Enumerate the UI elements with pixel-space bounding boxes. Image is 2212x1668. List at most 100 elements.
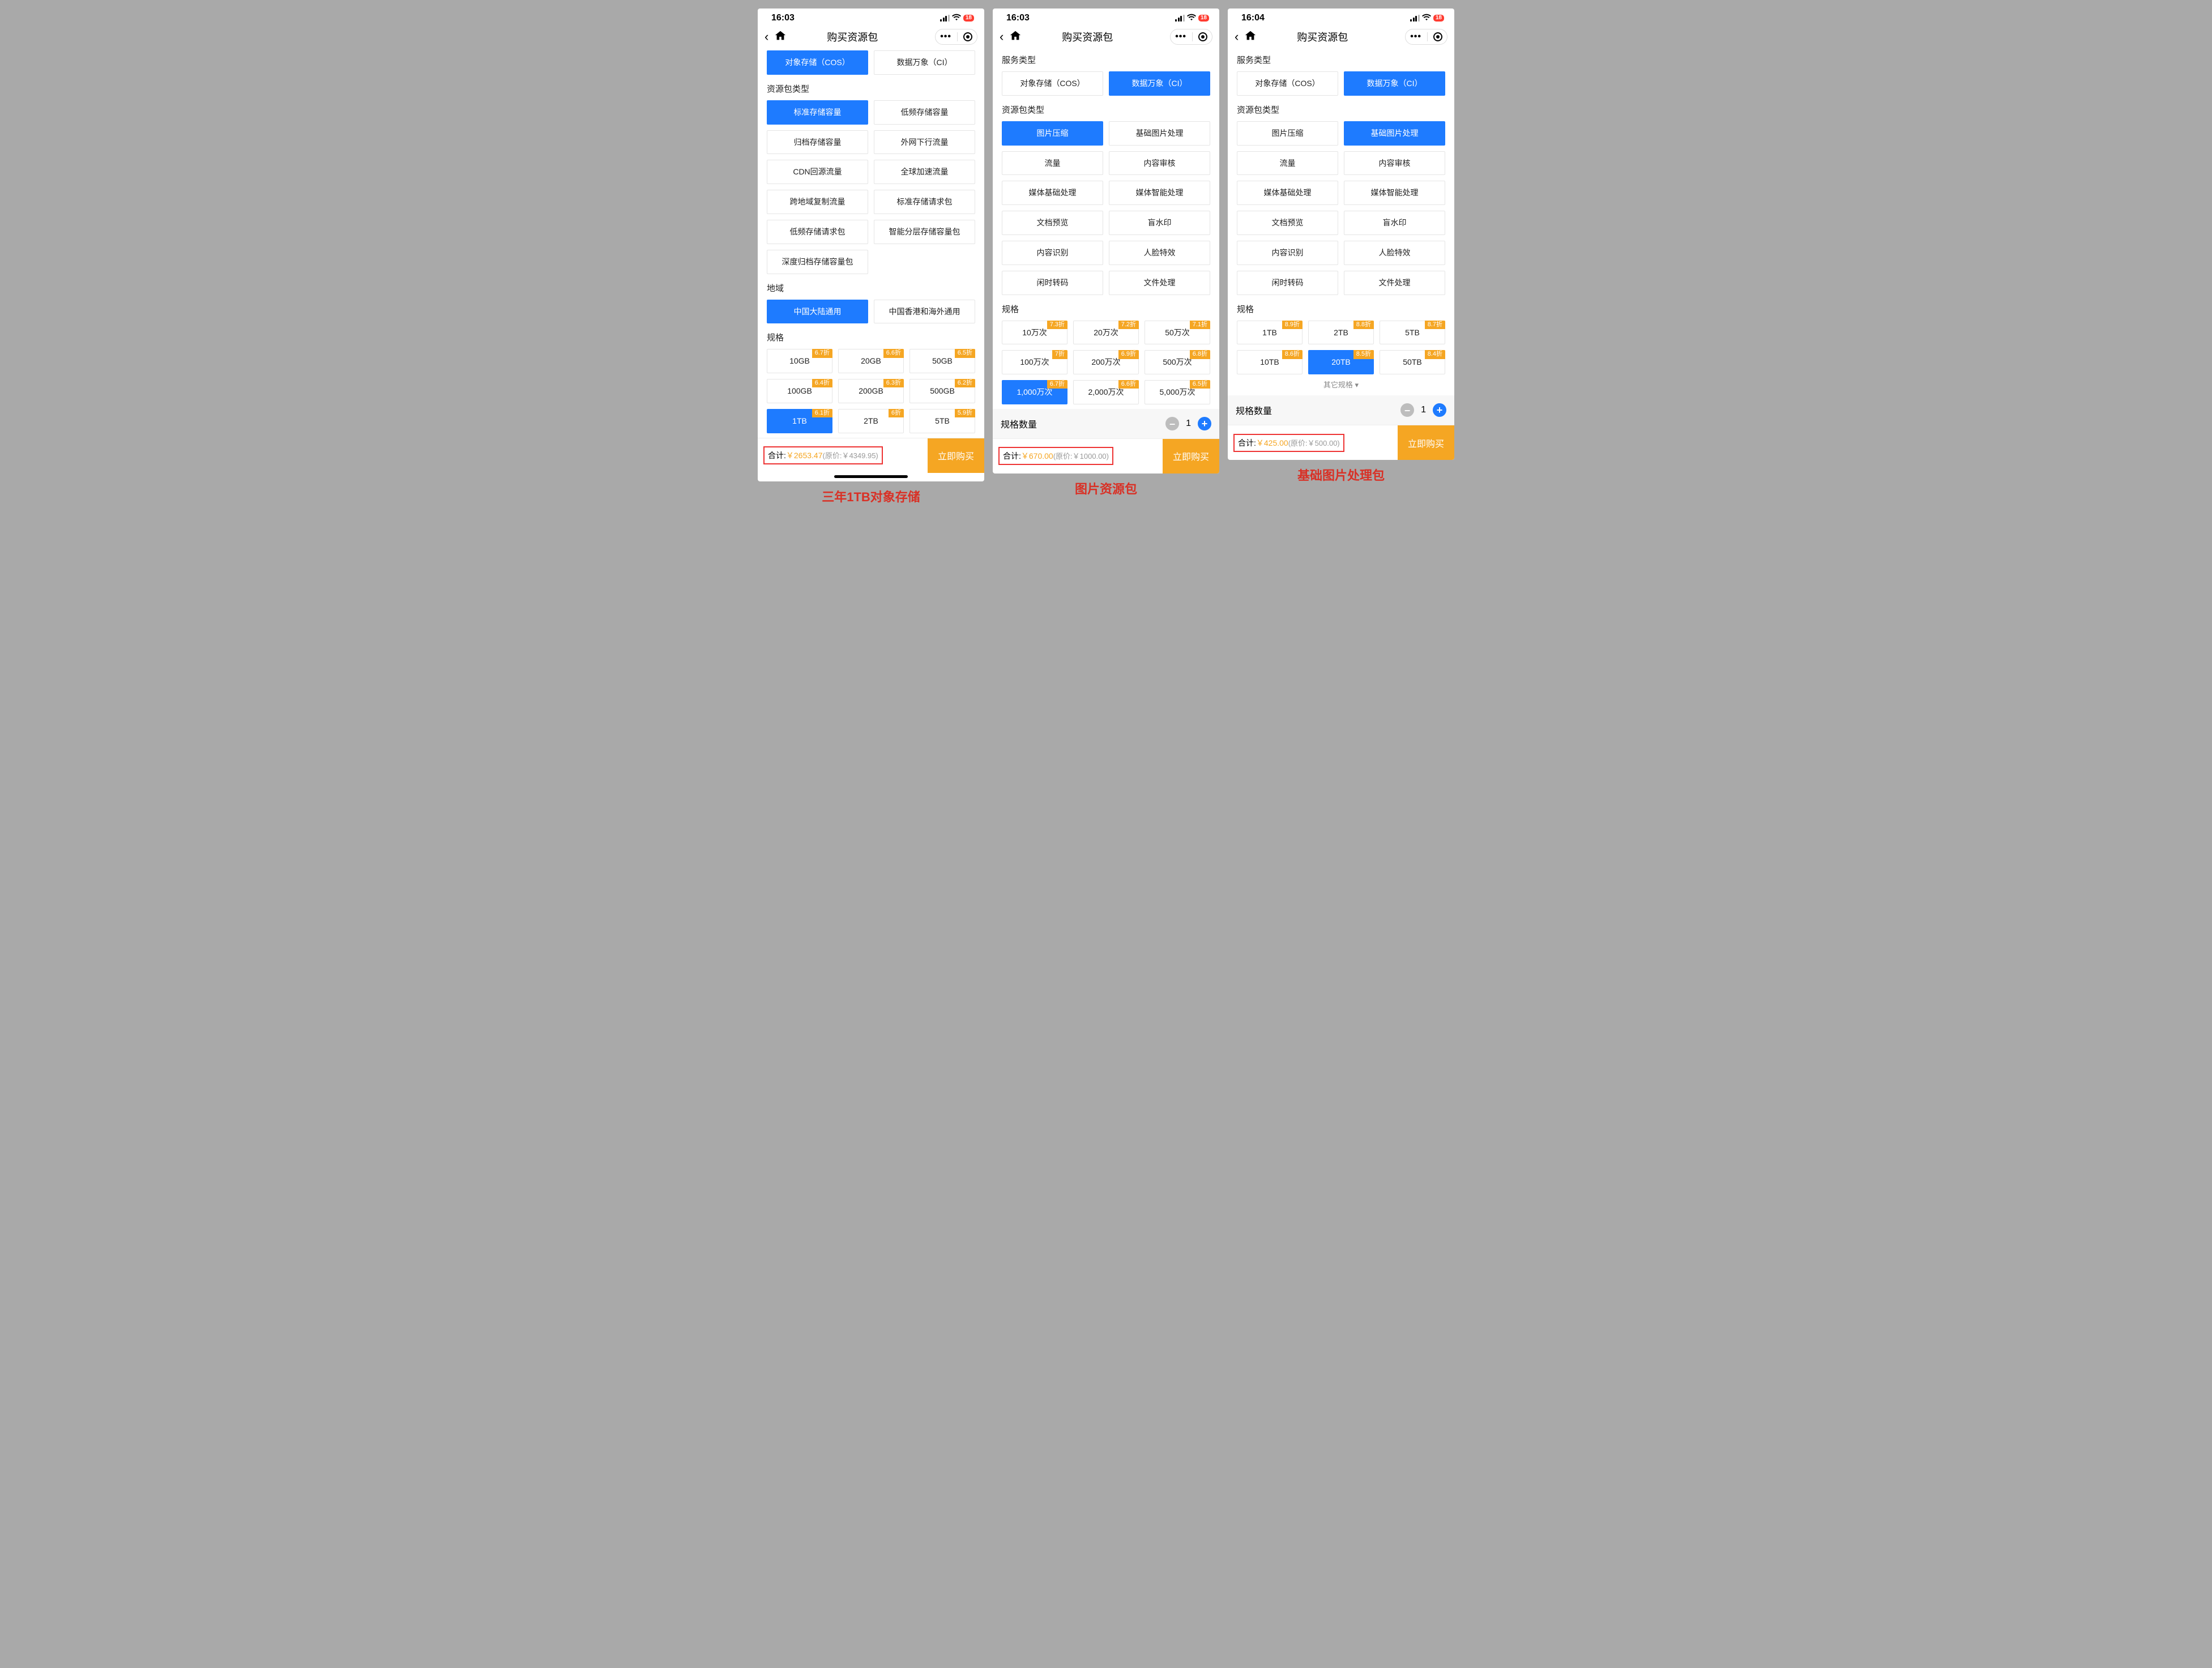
more-icon[interactable]: ••• <box>940 32 951 42</box>
package-option[interactable]: 低频存储容量 <box>874 100 975 125</box>
package-option[interactable]: 闲时转码 <box>1237 271 1338 295</box>
package-option[interactable]: 文件处理 <box>1344 271 1445 295</box>
package-option[interactable]: 内容审核 <box>1344 151 1445 176</box>
spec-option[interactable]: 200GB6.3折 <box>838 379 904 403</box>
spec-option[interactable]: 5TB5.9折 <box>909 409 975 433</box>
package-option[interactable]: 低频存储请求包 <box>767 220 868 244</box>
spec-option[interactable]: 200万次6.9折 <box>1073 350 1139 374</box>
spec-option[interactable]: 2TB6折 <box>838 409 904 433</box>
spec-option[interactable]: 20GB6.6折 <box>838 349 904 373</box>
service-option[interactable]: 数据万象（CI） <box>1344 71 1445 96</box>
package-option[interactable]: CDN回源流量 <box>767 160 868 184</box>
spec-option[interactable]: 2TB8.8折 <box>1308 321 1374 345</box>
package-option[interactable]: 图片压缩 <box>1002 121 1103 146</box>
package-option[interactable]: 智能分层存储容量包 <box>874 220 975 244</box>
package-option[interactable]: 外网下行流量 <box>874 130 975 155</box>
service-option[interactable]: 对象存储（COS） <box>1237 71 1338 96</box>
package-option[interactable]: 流量 <box>1002 151 1103 176</box>
spec-option[interactable]: 5,000万次6.5折 <box>1145 380 1210 404</box>
spec-option[interactable]: 50万次7.1折 <box>1145 321 1210 345</box>
spec-option[interactable]: 50GB6.5折 <box>909 349 975 373</box>
package-option[interactable]: 媒体智能处理 <box>1109 181 1210 205</box>
package-option[interactable]: 人脸特效 <box>1344 241 1445 265</box>
package-option[interactable]: 文档预览 <box>1237 211 1338 235</box>
package-option[interactable]: 内容识别 <box>1002 241 1103 265</box>
spec-option[interactable]: 1TB6.1折 <box>767 409 832 433</box>
nav-bar: ‹购买资源包••• <box>1228 24 1454 50</box>
more-icon[interactable]: ••• <box>1410 32 1421 42</box>
package-option[interactable]: 跨地域复制流量 <box>767 190 868 214</box>
package-option[interactable]: 媒体智能处理 <box>1344 181 1445 205</box>
spec-option[interactable]: 500GB6.2折 <box>909 379 975 403</box>
package-option[interactable]: 盲水印 <box>1109 211 1210 235</box>
spec-option[interactable]: 20TB8.5折 <box>1308 350 1374 374</box>
spec-option[interactable]: 10万次7.3折 <box>1002 321 1067 345</box>
discount-tag: 6.1折 <box>812 409 832 417</box>
package-option[interactable]: 基础图片处理 <box>1344 121 1445 146</box>
package-option[interactable]: 人脸特效 <box>1109 241 1210 265</box>
miniapp-capsule[interactable]: ••• <box>1405 29 1447 45</box>
miniapp-capsule[interactable]: ••• <box>935 29 977 45</box>
back-icon[interactable]: ‹ <box>1000 29 1003 44</box>
spec-option[interactable]: 100GB6.4折 <box>767 379 832 403</box>
package-option[interactable]: 标准存储容量 <box>767 100 868 125</box>
package-option[interactable]: 媒体基础处理 <box>1237 181 1338 205</box>
spec-option[interactable]: 1,000万次6.7折 <box>1002 380 1067 404</box>
package-option[interactable]: 基础图片处理 <box>1109 121 1210 146</box>
qty-minus-button[interactable]: – <box>1165 417 1179 430</box>
package-option[interactable]: 媒体基础处理 <box>1002 181 1103 205</box>
other-spec-toggle[interactable]: 其它规格 ▾ <box>1237 379 1445 390</box>
spec-option-label: 1,000万次 <box>1017 387 1052 396</box>
miniapp-capsule[interactable]: ••• <box>1170 29 1212 45</box>
service-option[interactable]: 对象存储（COS） <box>1002 71 1103 96</box>
region-option[interactable]: 中国大陆通用 <box>767 300 868 324</box>
spec-option[interactable]: 10TB8.6折 <box>1237 350 1303 374</box>
package-option[interactable]: 盲水印 <box>1344 211 1445 235</box>
back-icon[interactable]: ‹ <box>765 29 768 44</box>
package-option[interactable]: 内容识别 <box>1237 241 1338 265</box>
buy-button[interactable]: 立即购买 <box>1163 439 1219 473</box>
spec-option[interactable]: 100万次7折 <box>1002 350 1067 374</box>
close-miniapp-icon[interactable] <box>1433 32 1442 41</box>
package-option[interactable]: 图片压缩 <box>1237 121 1338 146</box>
close-miniapp-icon[interactable] <box>963 32 972 41</box>
spec-option-label: 5TB <box>935 416 950 425</box>
discount-tag: 6.7折 <box>812 349 832 357</box>
total-area: 合计:￥670.00(原价:￥1000.00) <box>993 439 1163 473</box>
spec-option[interactable]: 20万次7.2折 <box>1073 321 1139 345</box>
spec-option[interactable]: 10GB6.7折 <box>767 349 832 373</box>
package-option[interactable]: 全球加速流量 <box>874 160 975 184</box>
spec-option[interactable]: 2,000万次6.6折 <box>1073 380 1139 404</box>
spec-option[interactable]: 50TB8.4折 <box>1380 350 1445 374</box>
package-option[interactable]: 内容审核 <box>1109 151 1210 176</box>
package-option[interactable]: 标准存储请求包 <box>874 190 975 214</box>
package-option[interactable]: 深度归档存储容量包 <box>767 250 868 274</box>
qty-plus-button[interactable]: + <box>1198 417 1211 430</box>
package-option[interactable]: 流量 <box>1237 151 1338 176</box>
package-option[interactable]: 文件处理 <box>1109 271 1210 295</box>
back-icon[interactable]: ‹ <box>1235 29 1239 44</box>
more-icon[interactable]: ••• <box>1175 32 1186 42</box>
spec-option[interactable]: 5TB8.7折 <box>1380 321 1445 345</box>
service-option[interactable]: 对象存储（COS） <box>767 50 868 75</box>
region-option[interactable]: 中国香港和海外通用 <box>874 300 975 324</box>
footer-bar: 合计:￥425.00(原价:￥500.00)立即购买 <box>1228 425 1454 460</box>
footer-bar: 合计:￥2653.47(原价:￥4349.95)立即购买 <box>758 438 984 473</box>
discount-tag: 6.9折 <box>1118 350 1139 359</box>
spec-option[interactable]: 1TB8.9折 <box>1237 321 1303 345</box>
discount-tag: 6.8折 <box>1190 350 1210 359</box>
page-title: 购买资源包 <box>1005 29 1170 44</box>
service-option[interactable]: 数据万象（CI） <box>874 50 975 75</box>
qty-plus-button[interactable]: + <box>1433 403 1446 417</box>
package-option[interactable]: 文档预览 <box>1002 211 1103 235</box>
close-miniapp-icon[interactable] <box>1198 32 1207 41</box>
spec-group: 10万次7.3折20万次7.2折50万次7.1折 100万次7折200万次6.9折… <box>1002 321 1210 404</box>
spec-option[interactable]: 500万次6.8折 <box>1145 350 1210 374</box>
package-option[interactable]: 闲时转码 <box>1002 271 1103 295</box>
buy-button[interactable]: 立即购买 <box>1398 425 1454 460</box>
total-area: 合计:￥425.00(原价:￥500.00) <box>1228 425 1398 460</box>
buy-button[interactable]: 立即购买 <box>928 438 984 473</box>
package-option[interactable]: 归档存储容量 <box>767 130 868 155</box>
service-option[interactable]: 数据万象（CI） <box>1109 71 1210 96</box>
qty-minus-button[interactable]: – <box>1400 403 1414 417</box>
